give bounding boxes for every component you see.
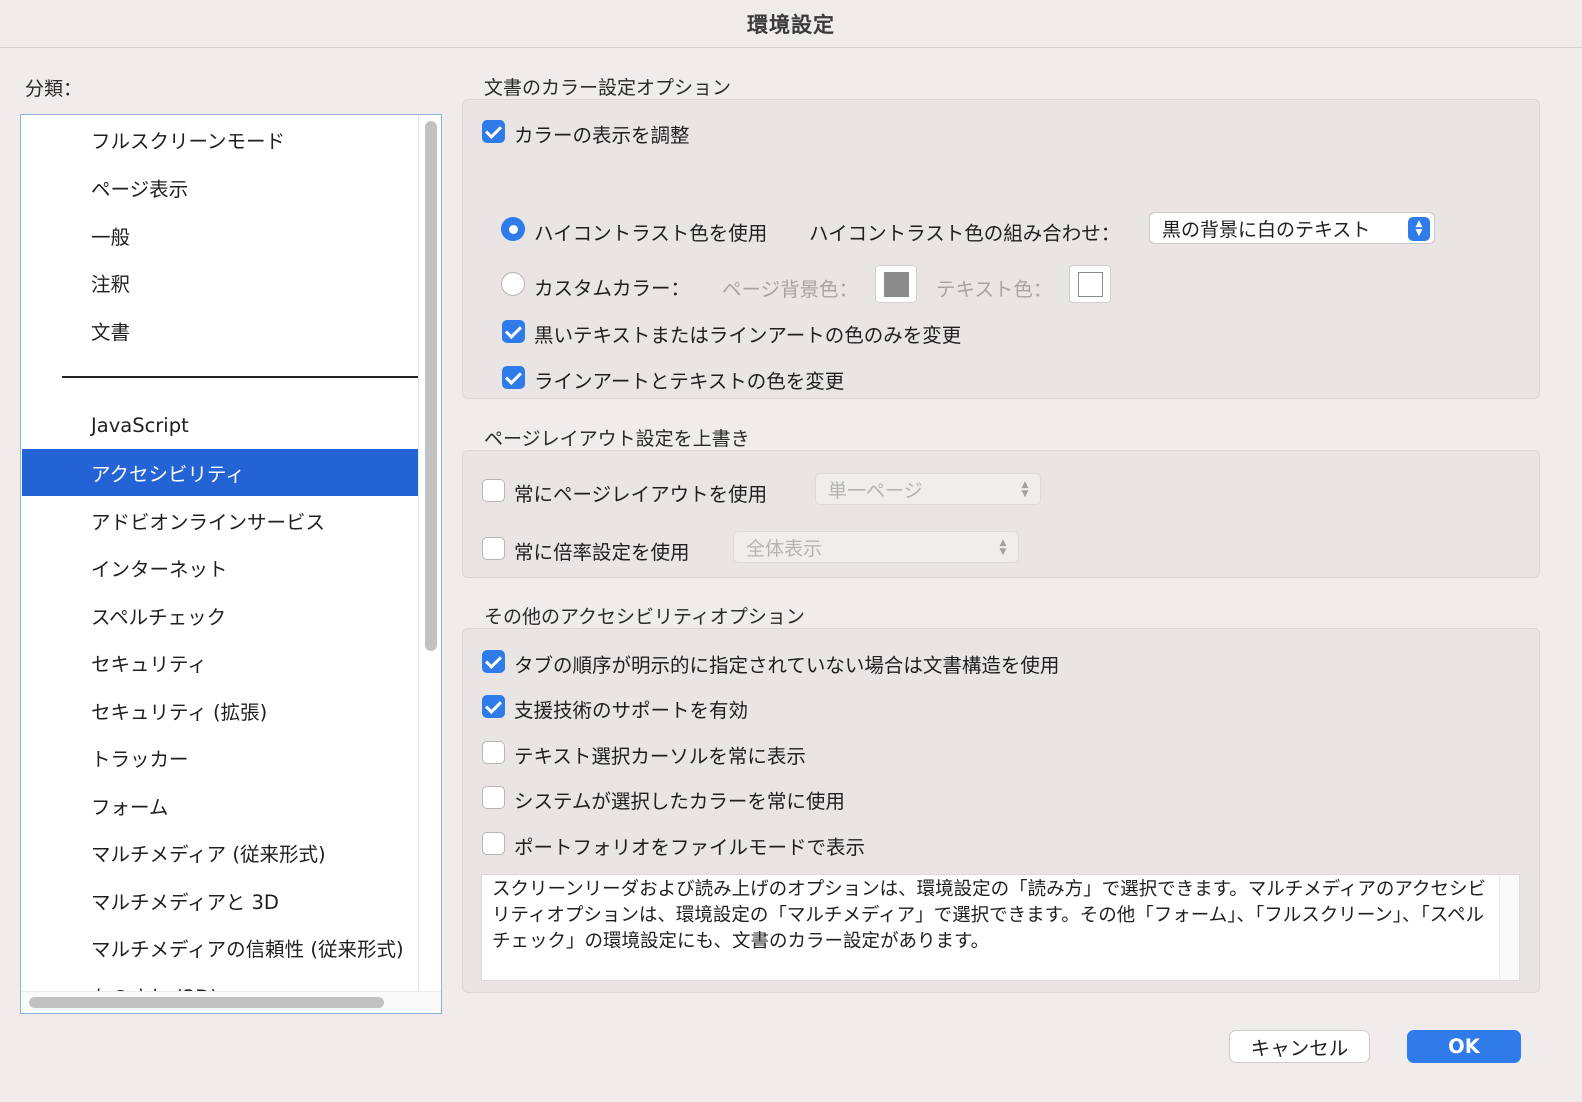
custom-color-label: カスタムカラー： — [534, 277, 691, 300]
text-color-label: テキスト色： — [936, 278, 1053, 301]
always-zoom-label: 常に倍率設定を使用 — [514, 541, 690, 564]
category-item-selected[interactable]: アクセシビリティ — [22, 449, 419, 496]
category-item[interactable]: トラッカー — [22, 734, 419, 781]
lineart-text-checkbox[interactable] — [502, 366, 525, 389]
black-text-only-checkbox[interactable] — [502, 320, 525, 343]
always-zoom-checkbox[interactable] — [482, 537, 505, 560]
system-color-label: システムが選択したカラーを常に使用 — [514, 790, 845, 813]
always-layout-label: 常にページレイアウトを使用 — [514, 483, 768, 506]
chevron-updown-icon: ▲ ▼ — [1021, 480, 1029, 499]
chevron-updown-icon: ▲ ▼ — [999, 538, 1007, 557]
info-scroll-track — [1499, 875, 1519, 980]
lineart-text-label: ラインアートとテキストの色を変更 — [534, 370, 845, 393]
category-item[interactable]: ページ表示 — [22, 164, 419, 211]
category-item[interactable]: セキュリティ — [22, 639, 419, 686]
color-section-title: 文書のカラー設定オプション — [484, 77, 732, 99]
layout-section-title: ページレイアウト設定を上書き — [484, 428, 750, 450]
page-bg-swatch — [883, 271, 909, 297]
category-item[interactable]: マルチメディアの信頼性 (従来形式) — [22, 924, 419, 971]
text-cursor-label: テキスト選択カーソルを常に表示 — [514, 745, 806, 768]
category-item[interactable]: アドビオンラインサービス — [22, 497, 419, 544]
category-item[interactable]: インターネット — [22, 544, 419, 591]
assistive-tech-checkbox[interactable] — [482, 695, 505, 718]
category-list[interactable]: フルスクリーンモード ページ表示 一般 注釈 文書 JavaScript アクセ… — [20, 114, 442, 1014]
category-item[interactable]: フルスクリーンモード — [22, 116, 419, 163]
category-item[interactable]: マルチメディアと 3D — [22, 877, 419, 924]
assistive-tech-label: 支援技術のサポートを有効 — [514, 699, 749, 722]
window-title: 環境設定 — [747, 12, 835, 37]
category-item[interactable]: セキュリティ (拡張) — [22, 687, 419, 734]
adjust-color-label: カラーの表示を調整 — [514, 124, 690, 147]
text-cursor-checkbox[interactable] — [482, 741, 505, 764]
portfolio-file-mode-checkbox[interactable] — [482, 832, 505, 855]
always-layout-checkbox[interactable] — [482, 479, 505, 502]
category-label: 分類： — [25, 78, 83, 100]
custom-color-radio[interactable] — [501, 272, 525, 296]
category-separator — [62, 376, 418, 378]
contrast-combo-select[interactable]: 黒の背景に白のテキスト ▲ ▼ — [1149, 212, 1435, 244]
category-item[interactable]: マルチメディア (従来形式) — [22, 829, 419, 876]
layout-select[interactable]: 単一ページ ▲ ▼ — [815, 473, 1041, 505]
zoom-select[interactable]: 全体表示 ▲ ▼ — [733, 531, 1019, 563]
text-color-well[interactable] — [1069, 265, 1111, 303]
high-contrast-label: ハイコントラスト色を使用 — [534, 222, 768, 245]
zoom-select-value: 全体表示 — [746, 537, 823, 560]
contrast-combo-value: 黒の背景に白のテキスト — [1162, 218, 1371, 241]
contrast-combo-label: ハイコントラスト色の組み合わせ： — [809, 222, 1121, 245]
high-contrast-radio[interactable] — [501, 217, 525, 241]
info-text: スクリーンリーダおよび読み上げのオプションは、環境設定の「読み方」で選択できます… — [492, 879, 1487, 952]
horizontal-scrollbar[interactable] — [29, 997, 384, 1008]
text-color-swatch — [1077, 271, 1103, 297]
adjust-color-checkbox[interactable] — [482, 120, 505, 143]
system-color-checkbox[interactable] — [482, 786, 505, 809]
page-bg-color-well[interactable] — [875, 265, 917, 303]
chevron-updown-icon: ▲ ▼ — [1408, 217, 1430, 241]
page-bg-color-label: ページ背景色： — [722, 278, 859, 301]
tab-order-checkbox[interactable] — [482, 650, 505, 673]
category-item[interactable]: JavaScript — [22, 402, 419, 449]
black-text-only-label: 黒いテキストまたはラインアートの色のみを変更 — [534, 324, 962, 347]
ok-button[interactable]: OK — [1407, 1030, 1521, 1063]
vertical-scrollbar[interactable] — [425, 121, 437, 651]
portfolio-file-mode-label: ポートフォリオをファイルモードで表示 — [514, 836, 866, 859]
other-section-title: その他のアクセシビリティオプション — [484, 606, 805, 628]
title-bar: 環境設定 — [0, 0, 1582, 48]
cancel-button[interactable]: キャンセル — [1229, 1030, 1370, 1063]
category-item[interactable]: 文書 — [22, 307, 419, 354]
category-item[interactable]: フォーム — [22, 782, 419, 829]
category-item[interactable]: 注釈 — [22, 259, 419, 306]
info-text-box: スクリーンリーダおよび読み上げのオプションは、環境設定の「読み方」で選択できます… — [481, 874, 1520, 981]
list-divider — [418, 115, 419, 991]
layout-select-value: 単一ページ — [828, 479, 923, 502]
category-item[interactable]: スペルチェック — [22, 592, 419, 639]
horizontal-scroll-track — [21, 991, 441, 1013]
tab-order-label: タブの順序が明示的に指定されていない場合は文書構造を使用 — [514, 654, 1060, 677]
category-item[interactable]: 一般 — [22, 212, 419, 259]
